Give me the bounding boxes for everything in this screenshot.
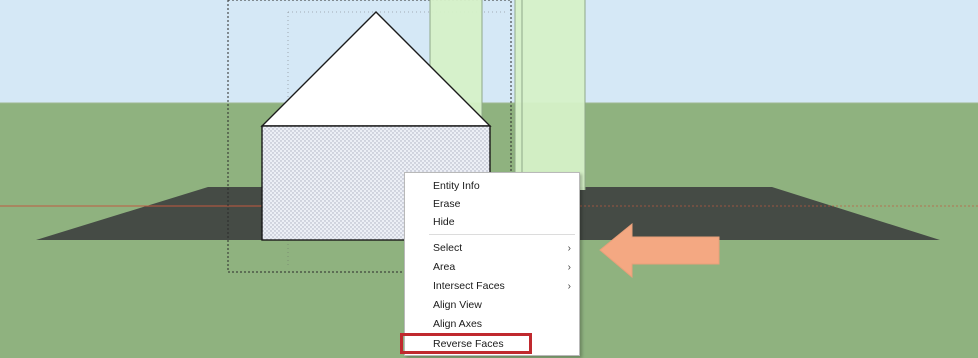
- menu-item-label: Align View: [433, 299, 482, 311]
- menu-item-entity-info[interactable]: Entity Info: [405, 178, 579, 195]
- menu-separator: [429, 234, 575, 235]
- menu-item-label: Align Axes: [433, 318, 483, 330]
- menu-item-area[interactable]: Area ›: [405, 259, 579, 276]
- menu-item-align-view[interactable]: Align View: [405, 297, 579, 314]
- context-menu: Entity Info Erase Hide Select › Area › I…: [404, 172, 580, 356]
- pillar-right: [515, 0, 585, 190]
- submenu-arrow-icon: ›: [567, 281, 571, 292]
- submenu-arrow-icon: ›: [567, 243, 571, 254]
- menu-item-label: Entity Info: [433, 180, 480, 192]
- menu-item-hide[interactable]: Hide: [405, 214, 579, 231]
- menu-item-erase[interactable]: Erase: [405, 196, 579, 213]
- sketchup-viewport[interactable]: Entity Info Erase Hide Select › Area › I…: [0, 0, 978, 358]
- menu-item-intersect-faces[interactable]: Intersect Faces ›: [405, 278, 579, 295]
- sky: [0, 0, 978, 103]
- menu-item-label: Hide: [433, 216, 455, 228]
- menu-item-reverse-faces[interactable]: Reverse Faces: [405, 336, 579, 353]
- submenu-arrow-icon: ›: [567, 262, 571, 273]
- menu-item-label: Area: [433, 261, 456, 273]
- menu-item-label: Reverse Faces: [433, 338, 504, 350]
- menu-item-label: Erase: [433, 198, 461, 210]
- menu-item-label: Select: [433, 242, 463, 254]
- menu-item-label: Intersect Faces: [433, 280, 505, 292]
- menu-item-select[interactable]: Select ›: [405, 240, 579, 257]
- menu-item-align-axes[interactable]: Align Axes: [405, 316, 579, 333]
